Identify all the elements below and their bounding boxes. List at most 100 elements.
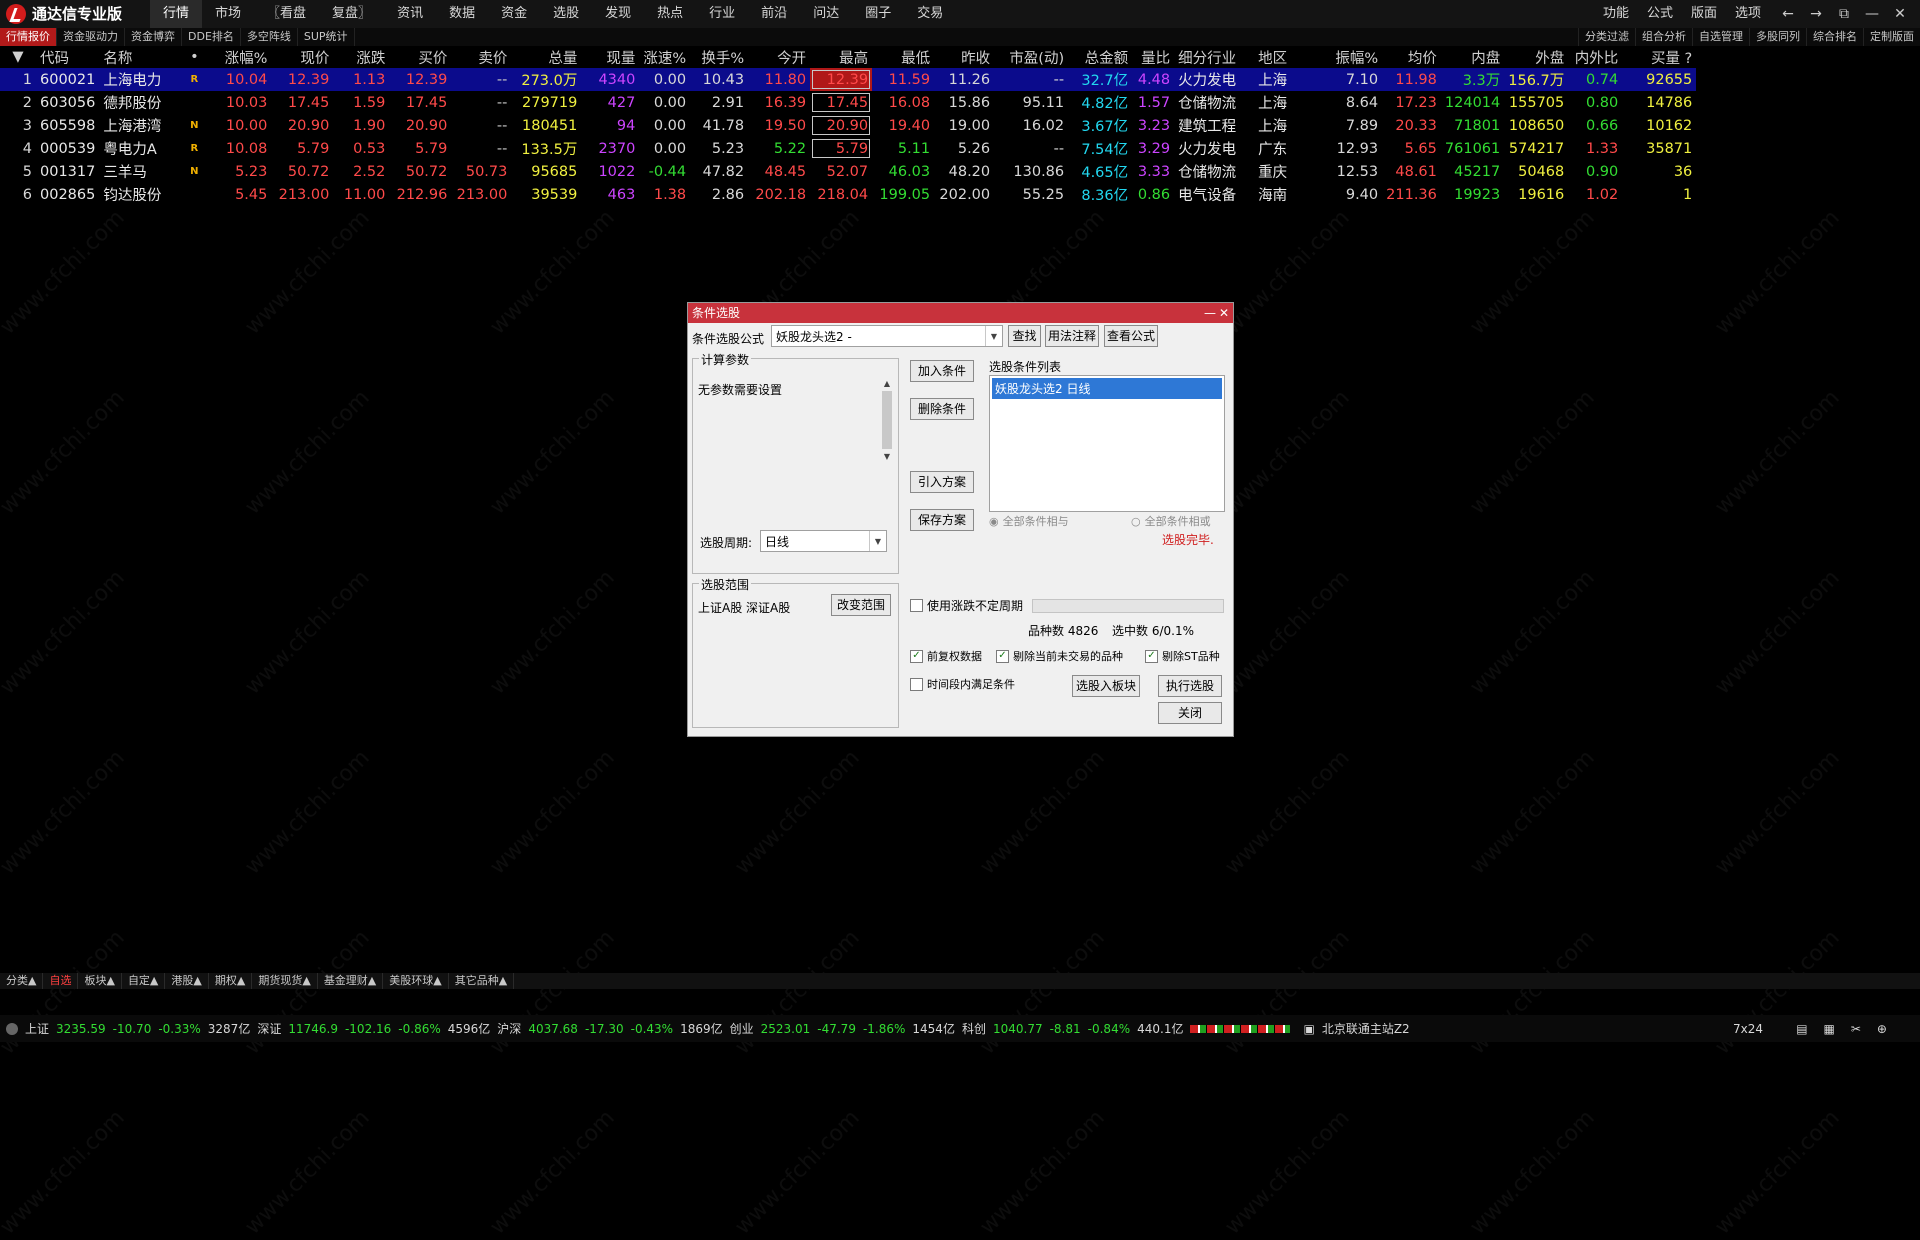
right-tab-item[interactable]: 综合排名 (1806, 28, 1863, 46)
table-row[interactable]: 1 600021 上海电力 R 10.04 12.39 1.13 12.39 -- 273.0万 4… (0, 68, 1697, 91)
remove-st-checkbox[interactable]: ✓ 剔除ST品种 (1145, 648, 1220, 664)
column-header[interactable]: 涨跌 (333, 46, 389, 68)
table-row[interactable]: 6 002865 钧达股份 5.45 213.00 11.00 212.96 213.00 39… (0, 183, 1696, 206)
right-menu-item[interactable]: 选项 (1726, 0, 1770, 28)
menu-item[interactable]: 数据 (436, 0, 488, 28)
change-range-button[interactable]: 改变范围 (831, 594, 891, 616)
to-block-button[interactable]: 选股入板块 (1072, 675, 1140, 697)
column-header[interactable]: 市盈(动) (994, 46, 1068, 68)
close-icon[interactable]: ✕ (1886, 0, 1914, 28)
minimize-icon[interactable]: — (1858, 0, 1886, 28)
column-header[interactable]: 涨速% (639, 46, 690, 68)
column-header[interactable]: 代码 (36, 46, 99, 68)
bottom-tab[interactable]: 期权▲ (209, 973, 253, 989)
tab-item[interactable]: 行情报价 (0, 28, 57, 46)
column-header[interactable]: 卖价 (451, 46, 511, 68)
column-header[interactable]: 涨幅% (211, 46, 271, 68)
right-tab-item[interactable]: 组合分析 (1635, 28, 1692, 46)
column-header[interactable]: 外盘 (1504, 46, 1568, 68)
column-header[interactable]: 买量 ? (1622, 46, 1696, 68)
add-condition-button[interactable]: 加入条件 (910, 360, 974, 382)
column-header[interactable]: 现量 (581, 46, 639, 68)
menu-item[interactable]: 资金 (488, 0, 540, 28)
tab-item[interactable]: SUP统计 (298, 28, 355, 46)
bottom-tab[interactable]: 美股环球▲ (383, 973, 449, 989)
usage-notes-button[interactable]: 用法注释 (1045, 325, 1099, 347)
column-header[interactable]: 振幅% (1320, 46, 1382, 68)
table-row[interactable]: 2 603056 德邦股份 10.03 17.45 1.59 17.45 -- 279719 42… (0, 91, 1696, 114)
close-button[interactable]: 关闭 (1158, 702, 1222, 724)
menu-item[interactable]: 复盘〗 (319, 0, 384, 28)
menu-item[interactable]: 〖看盘 (254, 0, 319, 28)
execute-selection-button[interactable]: 执行选股 (1158, 675, 1222, 697)
sort-dropdown-icon[interactable]: ▼ (0, 46, 36, 68)
save-scheme-button[interactable]: 保存方案 (910, 509, 974, 531)
menu-item[interactable]: 圈子 (852, 0, 904, 28)
forward-icon[interactable]: → (1802, 0, 1830, 28)
scroll-thumb[interactable] (882, 391, 892, 449)
right-tab-item[interactable]: 定制版面 (1863, 28, 1920, 46)
tab-item[interactable]: 资金驱动力 (57, 28, 125, 46)
column-header[interactable]: 最高 (810, 46, 872, 68)
menu-item[interactable]: 选股 (540, 0, 592, 28)
bottom-tab[interactable]: 分类▲ (0, 973, 44, 989)
column-header[interactable]: 均价 (1382, 46, 1441, 68)
params-scrollbar[interactable]: ▲ ▼ (882, 379, 892, 479)
bottom-tab[interactable]: 板块▲ (78, 973, 122, 989)
column-header[interactable]: 内盘 (1441, 46, 1504, 68)
column-header[interactable]: 总量 (511, 46, 581, 68)
menu-item[interactable]: 行业 (696, 0, 748, 28)
right-menu-item[interactable]: 版面 (1682, 0, 1726, 28)
server-name[interactable]: 北京联通主站Z2 (1322, 1020, 1410, 1037)
column-header[interactable]: 地区 (1254, 46, 1320, 68)
condition-list[interactable]: 妖股龙头选2 日线 (989, 375, 1225, 512)
status-icons[interactable]: ▤▦✂⊕ (1796, 1022, 1903, 1036)
column-header[interactable]: 量比 (1132, 46, 1174, 68)
column-header[interactable]: 换手% (690, 46, 748, 68)
tab-item[interactable]: 资金博弈 (125, 28, 182, 46)
column-header[interactable]: 现价 (271, 46, 333, 68)
close-icon[interactable]: ✕ (1217, 303, 1231, 323)
scroll-down-icon[interactable]: ▼ (882, 452, 892, 461)
table-row[interactable]: 3 605598 上海港湾 N 10.00 20.90 1.90 20.90 -- 180451 9… (0, 114, 1696, 137)
use-variable-period-checkbox[interactable]: 使用涨跌不定周期 (910, 597, 1023, 614)
tab-item[interactable]: DDE排名 (182, 28, 241, 46)
right-tab-item[interactable]: 自选管理 (1692, 28, 1749, 46)
bottom-tab[interactable]: 基金理财▲ (318, 973, 384, 989)
settings-icon[interactable] (6, 1022, 18, 1035)
right-menu-item[interactable]: 公式 (1638, 0, 1682, 28)
delete-condition-button[interactable]: 删除条件 (910, 398, 974, 420)
period-select[interactable]: 日线 ▼ (760, 530, 887, 552)
column-header[interactable]: 最低 (872, 46, 934, 68)
bottom-tab[interactable]: 自定▲ (122, 973, 166, 989)
menu-item[interactable]: 发现 (592, 0, 644, 28)
column-header[interactable]: 名称 (99, 46, 177, 68)
back-icon[interactable]: ← (1774, 0, 1802, 28)
view-formula-button[interactable]: 查看公式 (1104, 325, 1158, 347)
column-header[interactable]: 细分行业 (1174, 46, 1254, 68)
column-header[interactable]: 昨收 (934, 46, 994, 68)
condition-list-item[interactable]: 妖股龙头选2 日线 (992, 378, 1222, 399)
import-scheme-button[interactable]: 引入方案 (910, 471, 974, 493)
right-tab-item[interactable]: 多股同列 (1749, 28, 1806, 46)
column-header[interactable]: 今开 (748, 46, 810, 68)
scroll-up-icon[interactable]: ▲ (882, 379, 892, 388)
restore-icon[interactable]: ⧉ (1830, 0, 1858, 28)
table-row[interactable]: 5 001317 三羊马 N 5.23 50.72 2.52 50.72 50.73 95685 1… (0, 160, 1696, 183)
column-header[interactable]: 买价 (389, 46, 451, 68)
column-header[interactable]: 总金额 (1068, 46, 1132, 68)
column-header[interactable]: 内外比 (1568, 46, 1622, 68)
menu-item[interactable]: 资讯 (384, 0, 436, 28)
menu-item[interactable]: 问达 (800, 0, 852, 28)
radio-all-or[interactable]: ○ 全部条件相或 (1131, 513, 1211, 529)
bottom-tab[interactable]: 其它品种▲ (449, 973, 515, 989)
menu-item[interactable]: 行情 (150, 0, 203, 28)
menu-item[interactable]: 市场 (202, 0, 254, 28)
prefq-checkbox[interactable]: ✓ 前复权数据 (910, 648, 982, 664)
time-range-checkbox[interactable]: 时间段内满足条件 (910, 676, 1015, 692)
menu-item[interactable]: 热点 (644, 0, 696, 28)
right-menu-item[interactable]: 功能 (1594, 0, 1638, 28)
find-button[interactable]: 查找 (1008, 325, 1041, 347)
bottom-tab[interactable]: 自选 (43, 973, 79, 989)
formula-select[interactable]: 妖股龙头选2 - ▼ (771, 325, 1003, 347)
